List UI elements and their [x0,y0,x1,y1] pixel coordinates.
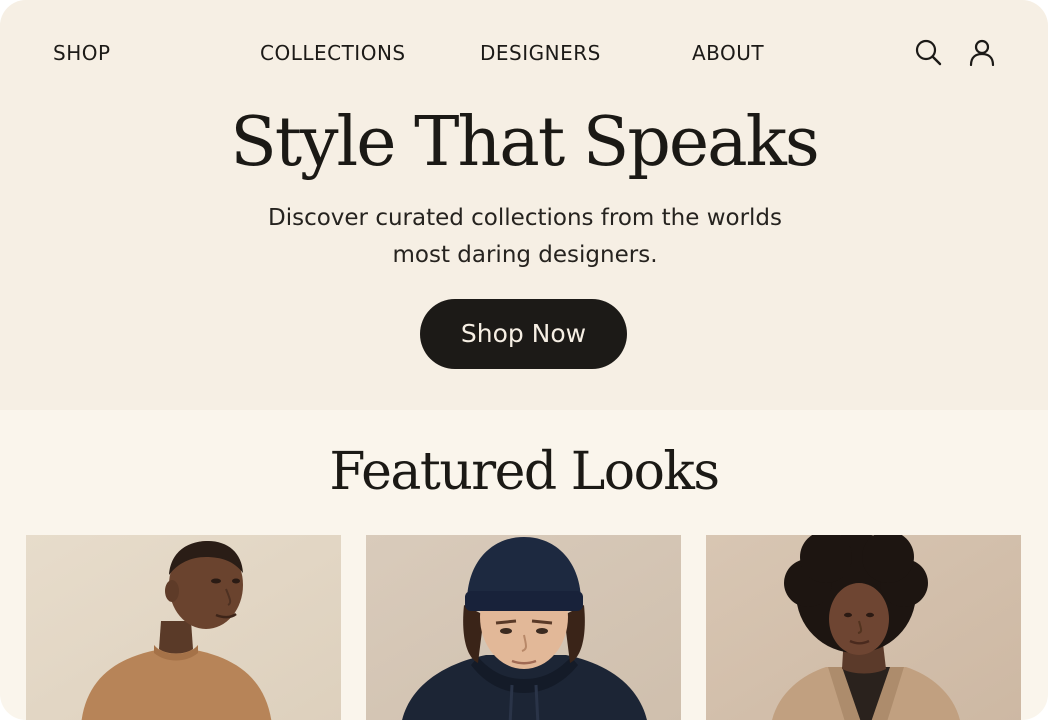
storefront-page: SHOP COLLECTIONS DESIGNERS ABOUT Style T… [0,0,1048,720]
man-in-tan-sweater-photo [26,535,341,720]
look-card-3[interactable] [706,535,1021,720]
shop-now-button[interactable]: Shop Now [420,299,627,369]
hero-subtitle: Discover curated collections from the wo… [267,205,783,268]
nav-link-collections[interactable]: COLLECTIONS [260,40,406,66]
look-card-2[interactable] [366,535,681,720]
look-card-1[interactable] [26,535,341,720]
featured-looks-title: Featured Looks [329,442,720,502]
top-navigation: SHOP COLLECTIONS DESIGNERS ABOUT [0,0,1048,104]
woman-in-beige-blazer-photo [706,535,1021,720]
search-icon[interactable] [914,38,942,66]
user-icon[interactable] [968,38,996,67]
nav-link-designers[interactable]: DESIGNERS [480,40,601,66]
nav-link-shop[interactable]: SHOP [53,40,111,66]
man-in-navy-beanie-photo [366,535,681,720]
hero-title: Style That Speaks [230,103,820,182]
nav-link-about[interactable]: ABOUT [692,40,764,66]
hero-section: SHOP COLLECTIONS DESIGNERS ABOUT Style T… [0,0,1048,410]
